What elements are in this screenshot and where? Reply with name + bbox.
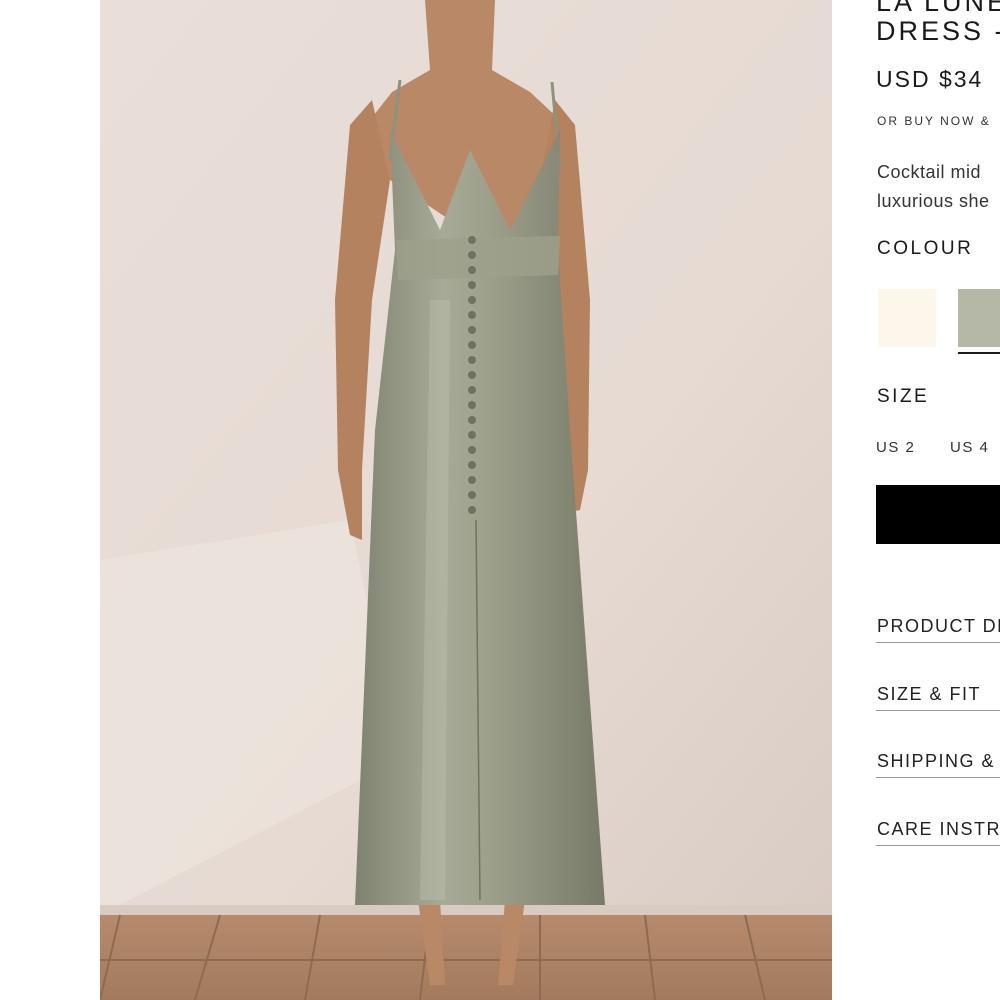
size-label: SIZE [877,386,930,407]
product-image-gallery [100,0,832,1000]
colour-swatch-sage[interactable] [958,289,1000,347]
product-photo [100,0,832,1000]
product-title: LA LUNE DRESS - [876,0,1000,46]
product-info-panel: LA LUNE DRESS - USD $34 OR BUY NOW & Coc… [876,0,1000,1000]
product-title-line-1: LA LUNE [876,0,1000,17]
description-line-1: Cocktail mid [877,162,982,182]
accordion-label: SIZE & FIT [877,684,982,704]
colour-label: COLOUR [877,238,974,259]
product-title-line-2: DRESS - [876,16,1000,46]
description-line-2: luxurious she [877,191,990,211]
size-option-us2[interactable]: US 2 [876,439,915,456]
selected-swatch-indicator [958,352,1000,354]
accordion-label: SHIPPING & R [877,751,1000,771]
add-to-cart-button[interactable] [876,485,1000,544]
colour-swatch-ivory[interactable] [878,289,936,347]
afterpay-text: OR BUY NOW & [877,114,991,128]
accordion-shipping[interactable]: SHIPPING & R [876,751,1000,778]
accordion-label: PRODUCT DE [877,616,1000,636]
product-description: Cocktail mid luxurious she [877,158,990,216]
product-price: USD $34 [876,66,984,92]
size-option-us4[interactable]: US 4 [950,439,989,456]
accordion-size-fit[interactable]: SIZE & FIT [876,684,1000,711]
accordion-label: CARE INSTR [877,819,1000,839]
accordion-care-instructions[interactable]: CARE INSTR [876,819,1000,846]
accordion-product-details[interactable]: PRODUCT DE [876,616,1000,643]
